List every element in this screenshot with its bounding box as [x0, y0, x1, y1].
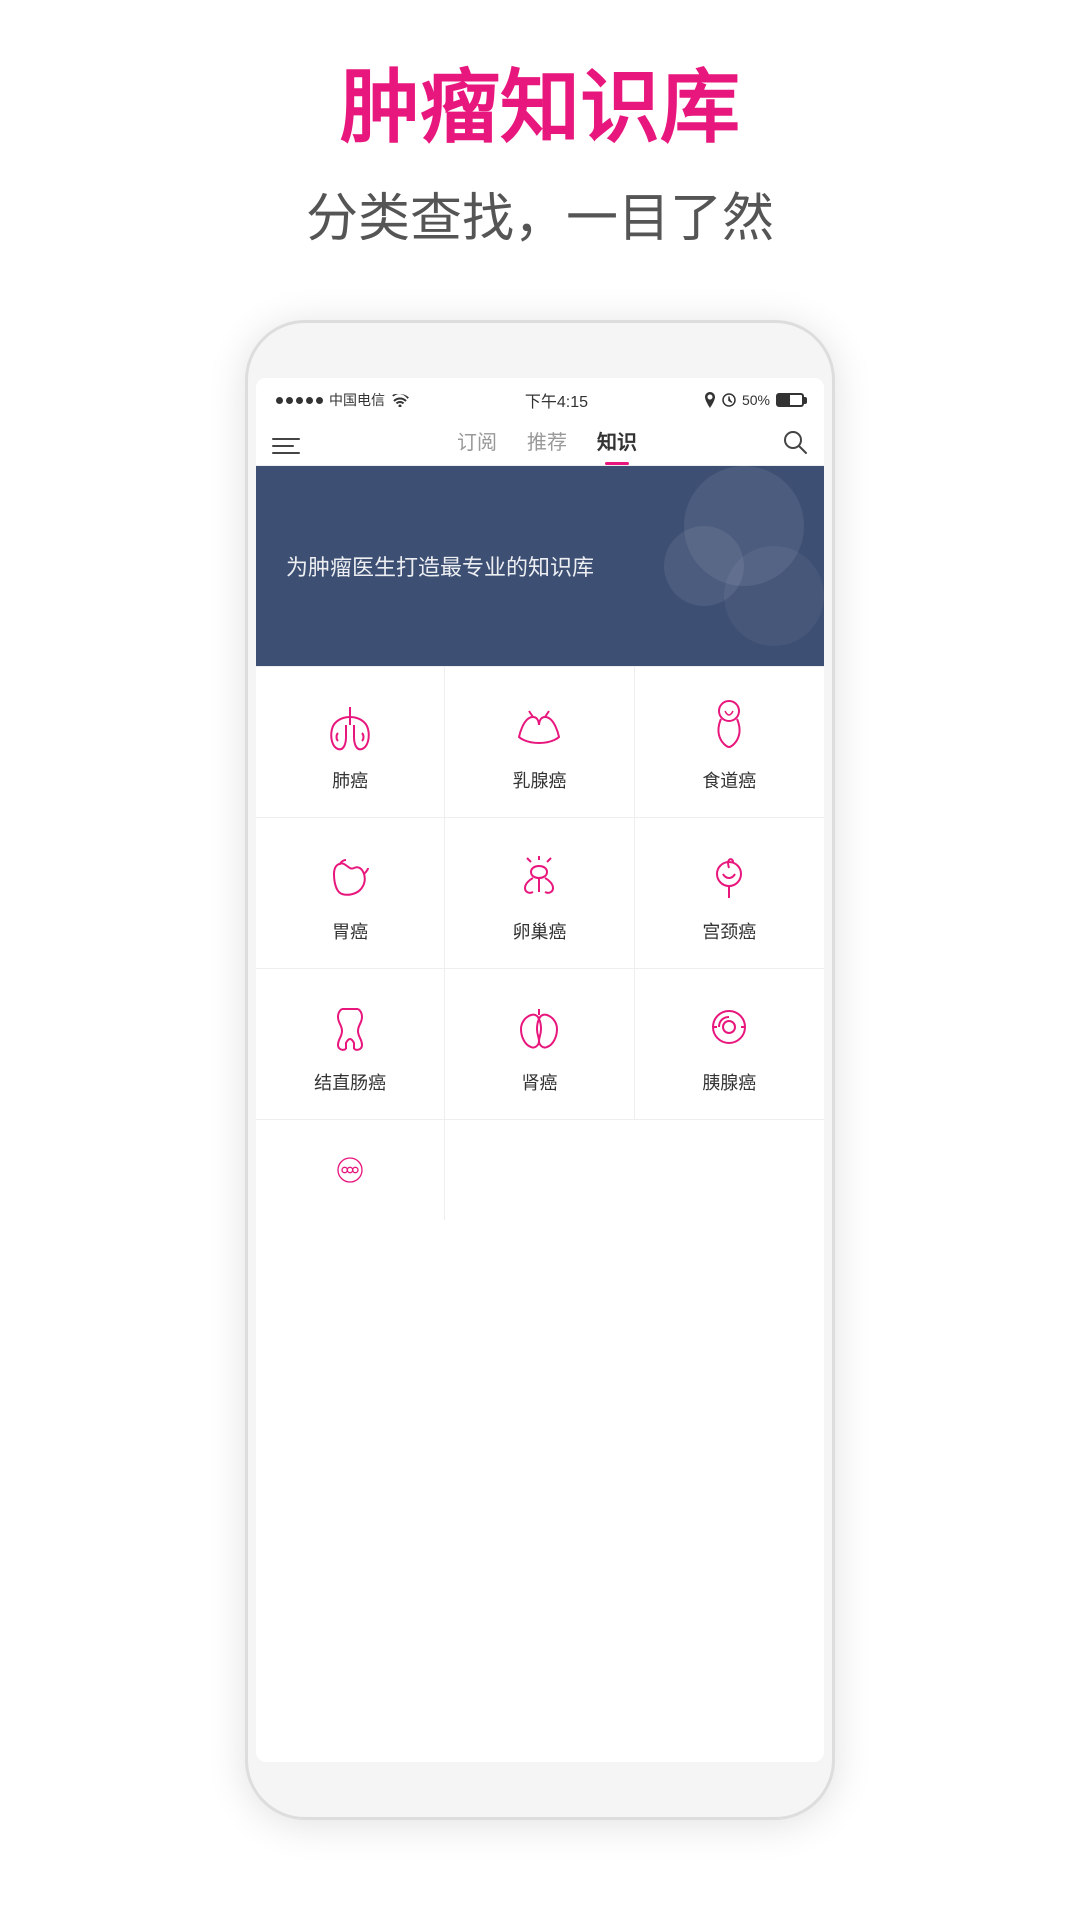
cancer-label-cervix: 宫颈癌	[702, 918, 756, 944]
menu-line-1	[272, 438, 300, 440]
phone-screen: 中国电信 下午4:15 50%	[256, 378, 824, 1762]
cancer-label-lung: 肺癌	[332, 767, 368, 793]
search-icon	[782, 429, 808, 455]
kidney-icon	[509, 999, 569, 1059]
banner-text: 为肿瘤医生打造最专业的知识库	[286, 550, 594, 582]
cancer-cell-pancreas[interactable]: 胰腺癌	[635, 969, 824, 1120]
phone-frame: 中国电信 下午4:15 50%	[245, 320, 835, 1820]
battery-tip	[804, 397, 807, 404]
cancer-cell-kidney[interactable]: 肾癌	[445, 969, 634, 1120]
colon-icon	[320, 999, 380, 1059]
ovary-icon	[509, 848, 569, 908]
tab-recommend[interactable]: 推荐	[527, 426, 567, 465]
cancer-label-breast: 乳腺癌	[512, 767, 566, 793]
battery-percent: 50%	[742, 392, 770, 408]
breast-icon	[509, 697, 569, 757]
cancer-cell-stomach[interactable]: 胃癌	[256, 818, 445, 969]
wifi-icon	[391, 394, 409, 407]
esophagus-icon	[699, 697, 759, 757]
menu-line-3	[272, 452, 300, 454]
signal-dot-5	[316, 397, 323, 404]
signal-dot-2	[286, 397, 293, 404]
cancer-cell-breast[interactable]: 乳腺癌	[445, 667, 634, 818]
cancer-cell-other[interactable]	[256, 1120, 445, 1220]
page-title: 肿瘤知识库	[0, 60, 1080, 156]
signal-dot-3	[296, 397, 303, 404]
cancer-type-grid: 肺癌 乳腺癌 食道癌	[256, 666, 824, 1220]
tab-knowledge[interactable]: 知识	[597, 426, 637, 465]
page-subtitle: 分类查找，一目了然	[0, 176, 1080, 251]
signal-dots	[276, 397, 323, 404]
cancer-label-stomach: 胃癌	[332, 918, 368, 944]
knowledge-banner: 为肿瘤医生打造最专业的知识库	[256, 466, 824, 666]
search-button[interactable]	[772, 429, 808, 462]
pancreas-icon	[699, 999, 759, 1059]
cancer-label-kidney: 肾癌	[521, 1069, 557, 1095]
cancer-label-pancreas: 胰腺癌	[702, 1069, 756, 1095]
tab-subscribe[interactable]: 订阅	[457, 426, 497, 465]
cancer-cell-cervix[interactable]: 宫颈癌	[635, 818, 824, 969]
cancer-label-esophagus: 食道癌	[702, 767, 756, 793]
nav-tabs: 订阅 推荐 知识	[256, 418, 824, 466]
carrier-name: 中国电信	[329, 390, 385, 410]
stomach-icon	[320, 848, 380, 908]
clock-icon	[722, 393, 736, 407]
cancer-cell-colon[interactable]: 结直肠癌	[256, 969, 445, 1120]
lung-icon	[320, 697, 380, 757]
page-header: 肿瘤知识库 分类查找，一目了然	[0, 0, 1080, 291]
cancer-cell-esophagus[interactable]: 食道癌	[635, 667, 824, 818]
menu-line-2	[272, 445, 294, 447]
location-icon	[704, 392, 716, 408]
cancer-cell-ovary[interactable]: 卵巢癌	[445, 818, 634, 969]
cancer-label-ovary: 卵巢癌	[512, 918, 566, 944]
signal-dot-1	[276, 397, 283, 404]
cervix-icon	[699, 848, 759, 908]
tabs-container: 订阅 推荐 知识	[322, 426, 772, 465]
cancer-cell-lung[interactable]: 肺癌	[256, 667, 445, 818]
hamburger-menu-button[interactable]	[272, 438, 312, 454]
status-left: 中国电信	[276, 390, 409, 410]
battery-fill	[778, 395, 790, 405]
status-right: 50%	[704, 392, 804, 408]
signal-dot-4	[306, 397, 313, 404]
cancer-label-colon: 结直肠癌	[314, 1069, 386, 1095]
banner-circle-3	[724, 546, 824, 646]
other-icon	[320, 1150, 380, 1190]
status-bar: 中国电信 下午4:15 50%	[256, 378, 824, 418]
status-time: 下午4:15	[525, 388, 588, 412]
battery-indicator	[776, 393, 804, 407]
